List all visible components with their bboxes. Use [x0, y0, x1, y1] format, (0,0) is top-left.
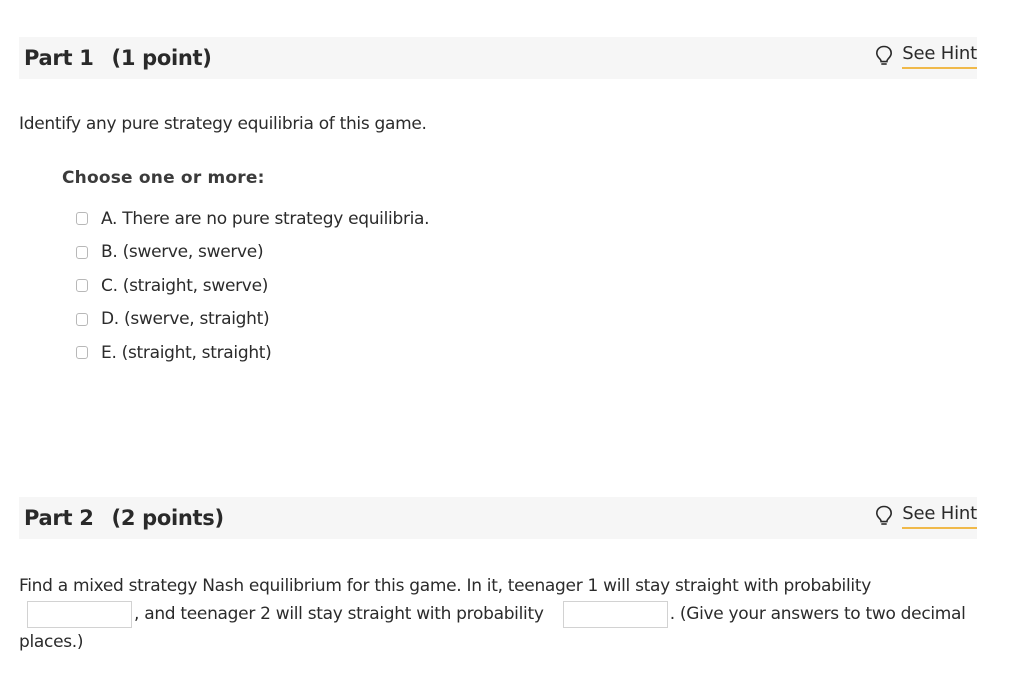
option-a-checkbox[interactable] [76, 212, 88, 226]
teenager-1-probability-input[interactable] [27, 600, 132, 628]
option-e-label: E. (straight, straight) [101, 342, 272, 363]
part-2-question-before: Find a mixed strategy Nash equilibrium f… [19, 576, 871, 596]
option-d-label: D. (swerve, straight) [101, 309, 270, 330]
part-1-points: (1 point) [111, 46, 212, 70]
part-2-see-hint-link[interactable]: See Hint [875, 503, 977, 529]
option-d[interactable]: D. (swerve, straight) [76, 303, 429, 337]
part-1-question: Identify any pure strategy equilibria of… [19, 114, 427, 134]
option-e-checkbox[interactable] [76, 346, 88, 360]
part-1-title: Part 1 [24, 46, 94, 70]
options-list: A. There are no pure strategy equilibria… [76, 202, 430, 370]
part-2-hint-label: See Hint [902, 503, 977, 529]
option-b-label: B. (swerve, swerve) [101, 242, 264, 263]
option-b[interactable]: B. (swerve, swerve) [76, 236, 429, 270]
part-1-hint-label: See Hint [902, 43, 977, 69]
part-1-header: Part 1 (1 point) See Hint [19, 37, 977, 79]
option-c-label: C. (straight, swerve) [101, 275, 269, 296]
part-2-title: Part 2 [24, 506, 94, 530]
option-b-checkbox[interactable] [76, 245, 88, 259]
part-2-header: Part 2 (2 points) See Hint [19, 497, 977, 539]
option-a[interactable]: A. There are no pure strategy equilibria… [76, 202, 430, 236]
lightbulb-icon [876, 505, 893, 525]
part-1-see-hint-link[interactable]: See Hint [875, 43, 977, 69]
option-a-label: A. There are no pure strategy equilibria… [101, 208, 430, 229]
part-2-question-middle: , and teenager 2 will stay straight with… [134, 604, 544, 624]
option-c[interactable]: C. (straight, swerve) [76, 269, 429, 303]
option-e[interactable]: E. (straight, straight) [76, 336, 429, 370]
part-2-points: (2 points) [111, 506, 225, 530]
option-c-checkbox[interactable] [76, 279, 88, 293]
choose-label: Choose one or more: [62, 168, 265, 188]
option-d-checkbox[interactable] [76, 312, 88, 326]
lightbulb-icon [876, 45, 893, 65]
part-2-question: Find a mixed strategy Nash equilibrium f… [19, 572, 984, 656]
teenager-2-probability-input[interactable] [562, 600, 668, 628]
